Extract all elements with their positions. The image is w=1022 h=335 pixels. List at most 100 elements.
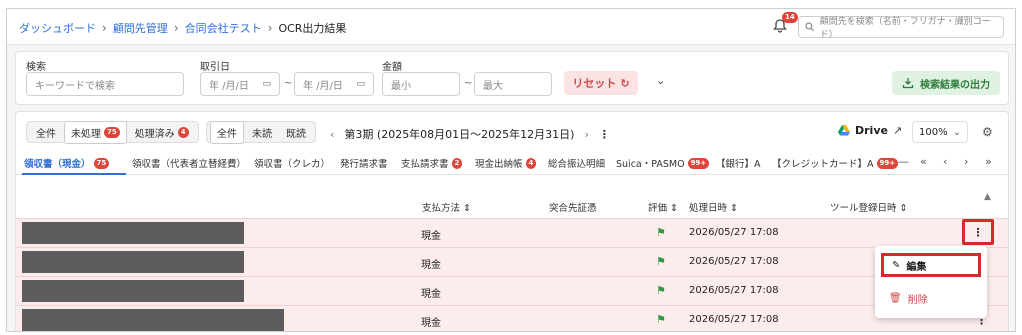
read-option[interactable]: 既読: [280, 122, 312, 143]
status-all-option[interactable]: 全件: [30, 122, 62, 143]
tab-label: 領収書（クレカ）: [254, 159, 331, 170]
chevron-down-icon[interactable]: ⌄: [656, 74, 665, 87]
column-processed-at[interactable]: 処理日時 ⇕: [689, 200, 738, 214]
tab-cash-receipt[interactable]: 領収書（現金） 75: [24, 156, 110, 170]
chevron-down-icon: ⌄: [952, 126, 961, 138]
tab-label: 領収書（代表者立替経費）: [132, 159, 247, 170]
more-vertical-icon: ⋮: [972, 225, 984, 239]
date-label: 取引日: [200, 62, 230, 73]
column-label: 評価: [648, 203, 668, 214]
next-tab-icon[interactable]: ›: [964, 155, 968, 168]
tab-payment-invoice[interactable]: 支払請求書 2: [401, 156, 463, 170]
calendar-icon[interactable]: ▭: [356, 79, 365, 89]
column-rating[interactable]: 評価 ⇕: [648, 200, 678, 214]
breadcrumb-company[interactable]: 合同会社テスト: [185, 20, 262, 36]
processed-at-cell: 2026/05/27 17:08: [689, 256, 779, 267]
breadcrumb-dashboard[interactable]: ダッシュボード: [19, 20, 96, 36]
download-icon: [902, 78, 914, 89]
trash-icon: 🗑: [889, 292, 902, 304]
drive-label: Drive: [855, 124, 888, 137]
processed-at-cell: 2026/05/27 17:08: [689, 227, 779, 238]
export-results-button[interactable]: 検索結果の出力: [892, 71, 1000, 95]
tab-badge: 75: [93, 157, 110, 169]
sort-icon: ⇕: [730, 203, 739, 214]
client-search-input[interactable]: 顧問先を検索（名前・フリガナ・識別コード）: [798, 16, 1004, 40]
tab-representative-expense[interactable]: 領収書（代表者立替経費）: [132, 156, 246, 170]
next-period-icon[interactable]: ›: [584, 128, 588, 141]
tab-credit-card-a[interactable]: 【クレジットカード】A 99+: [772, 156, 899, 170]
flag-icon: ⚑: [656, 226, 666, 239]
period-label: 第3期 (2025年08月01日〜2025年12月31日): [344, 128, 575, 141]
table-row[interactable]: 現金 ⚑ 2026/05/27 17:08 ⋮: [16, 218, 1008, 247]
drive-button[interactable]: Drive ↗: [838, 124, 902, 137]
previous-tab-icon[interactable]: ‹: [943, 155, 947, 168]
zoom-select[interactable]: 100% ⌄: [912, 121, 968, 143]
app-window: ダッシュボード › 顧問先管理 › 合同会社テスト › OCR出力結果 14 顧…: [6, 8, 1016, 332]
column-label: ツール登録日時: [830, 203, 897, 214]
first-tab-icon[interactable]: «: [920, 155, 927, 168]
row-menu-button[interactable]: ⋮: [962, 219, 994, 245]
date-range-separator: ~: [284, 78, 293, 89]
date-to-placeholder: 年 /月/日: [303, 80, 343, 92]
tab-issued-invoice[interactable]: 発行請求書: [340, 156, 388, 170]
keyword-input[interactable]: キーワードで検索: [26, 72, 184, 96]
calendar-icon[interactable]: ▭: [262, 79, 271, 89]
table-row[interactable]: 現金 ⚑ 2026/05/27 17:08: [16, 247, 1008, 276]
chevron-right-icon: ›: [102, 21, 107, 35]
edit-label: 編集: [906, 261, 927, 273]
breadcrumb-clients[interactable]: 顧問先管理: [113, 20, 168, 36]
chevron-right-icon: ›: [267, 21, 273, 35]
read-all-option[interactable]: 全件: [210, 120, 244, 144]
previous-period-icon[interactable]: ‹: [330, 128, 334, 141]
read-label: 既読: [286, 128, 306, 140]
tab-label: 総合振込明細: [548, 159, 606, 170]
tab-badge: 99+: [876, 157, 899, 169]
sort-up-icon[interactable]: ▲: [984, 192, 991, 202]
table-row[interactable]: 現金 ⚑ 2026/05/27 17:08 ⋮: [16, 305, 1008, 331]
column-matched-voucher: 突合先証憑: [549, 200, 597, 214]
column-registered-at[interactable]: ツール登録日時 ⇕: [830, 200, 908, 214]
amount-max-input[interactable]: 最大: [474, 72, 552, 96]
notification-button[interactable]: 14: [772, 12, 798, 36]
tab-label: 【クレジットカード】A: [772, 159, 874, 170]
notification-count-badge: 14: [782, 12, 798, 23]
edit-menu-item[interactable]: ✎ 編集: [881, 253, 981, 277]
status-all-label: 全件: [36, 128, 56, 140]
gear-icon[interactable]: ⚙: [982, 125, 993, 139]
amount-min-input[interactable]: 最小: [382, 72, 460, 96]
filter-panel: 検索 キーワードで検索 取引日 年 /月/日 ▭ ~ 年 /月/日 ▭ 金額 最…: [15, 51, 1009, 105]
status-unprocessed-option[interactable]: 未処理 75: [64, 120, 127, 144]
tab-bank-a[interactable]: 【銀行】A: [716, 156, 761, 170]
date-to-input[interactable]: 年 /月/日 ▭: [294, 72, 374, 96]
column-payment-method[interactable]: 支払方法 ⇕: [422, 200, 471, 214]
last-tab-icon[interactable]: »: [985, 155, 992, 168]
tab-credit-receipt[interactable]: 領収書（クレカ）: [254, 156, 330, 170]
tab-cash-book[interactable]: 現金出納帳 4: [475, 156, 537, 170]
column-label: 支払方法: [422, 203, 461, 214]
date-from-input[interactable]: 年 /月/日 ▭: [200, 72, 280, 96]
tab-label: Suica・PASMO: [616, 159, 685, 170]
breadcrumb-current: OCR出力結果: [278, 22, 347, 35]
unread-option[interactable]: 未読: [246, 122, 278, 143]
read-toggle: 全件 未読 既読: [206, 120, 316, 144]
amount-range-separator: ~: [464, 78, 473, 89]
status-processed-option[interactable]: 処理済み 4: [129, 122, 195, 143]
column-label: 処理日時: [689, 203, 728, 214]
processed-at-cell: 2026/05/27 17:08: [689, 314, 779, 325]
redacted-cell: [22, 309, 284, 331]
status-unprocessed-label: 未処理: [71, 128, 101, 140]
google-drive-icon: [838, 125, 850, 136]
flag-icon: ⚑: [656, 284, 666, 297]
tab-bulk-transfer[interactable]: 総合振込明細: [548, 156, 605, 170]
delete-menu-item[interactable]: 🗑 削除: [881, 286, 981, 310]
redacted-cell: [22, 280, 244, 302]
unprocessed-count-badge: 75: [104, 126, 120, 138]
processed-count-badge: 4: [177, 126, 189, 138]
breadcrumb: ダッシュボード › 顧問先管理 › 合同会社テスト › OCR出力結果: [19, 20, 346, 36]
tab-suica-pasmo[interactable]: Suica・PASMO 99+: [616, 156, 710, 170]
more-vertical-icon[interactable]: ⋮: [599, 128, 610, 141]
results-panel: 全件 未処理 75 処理済み 4 全件 未読 既読 ‹ 第3期 (2025年08月0…: [15, 111, 1009, 331]
table-row[interactable]: 現金 ⚑ 2026/05/27 17:08: [16, 276, 1008, 305]
reset-button[interactable]: リセット ↻: [564, 71, 638, 95]
sort-icon: ⇕: [463, 203, 472, 214]
